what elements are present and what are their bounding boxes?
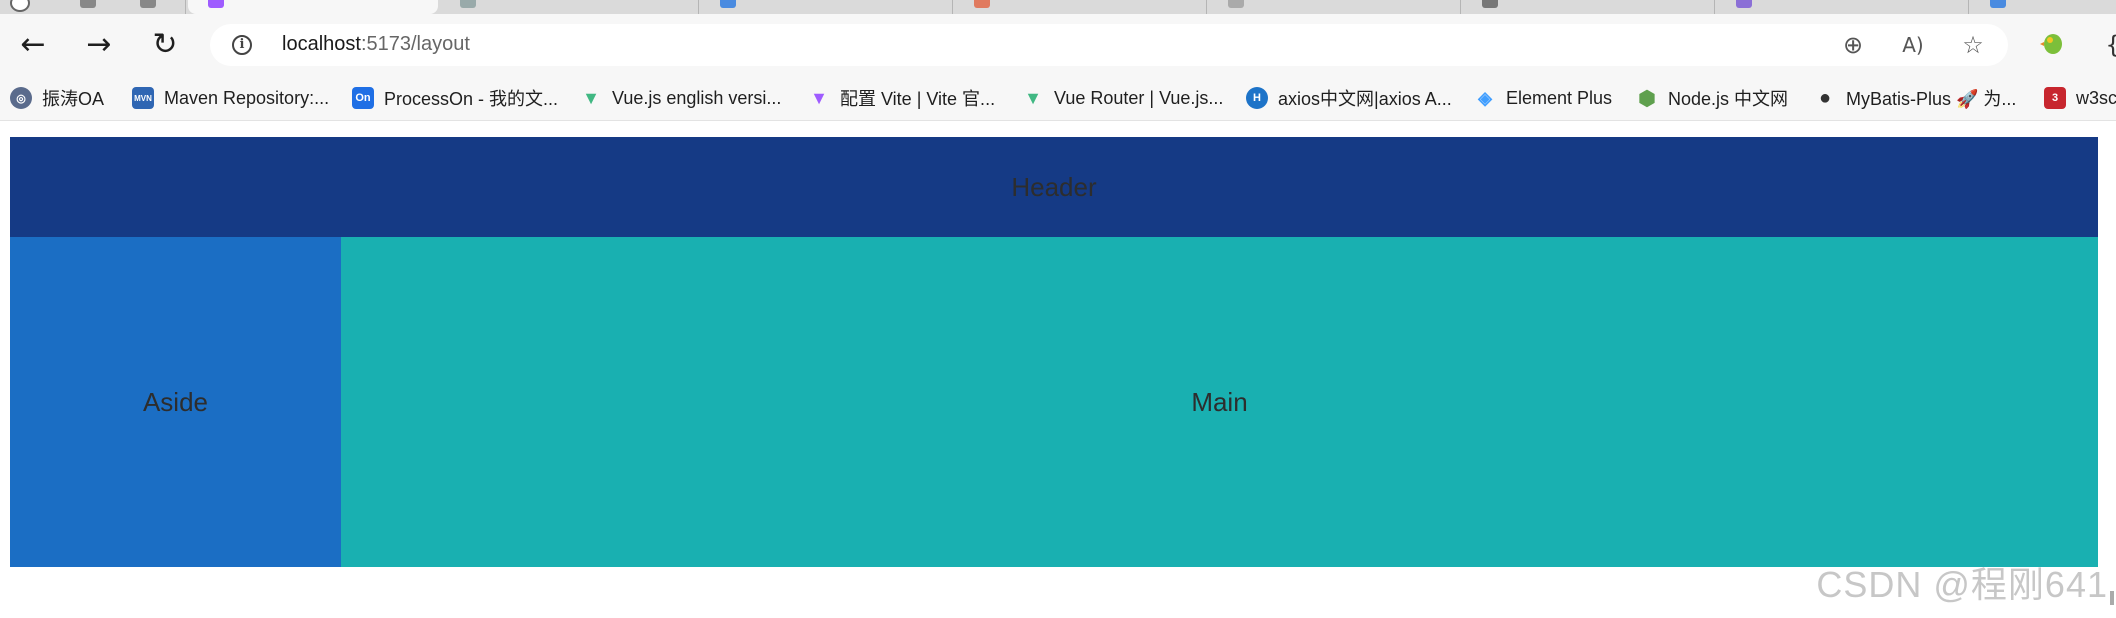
bookmark-label: Vue.js english versi... [612,87,782,108]
tab-actions-icon [140,0,156,8]
tab-8[interactable] [1716,0,1969,14]
reload-icon: ↻ [152,27,178,62]
layout-container: Header Aside Main [10,137,2098,567]
tab-favicon [460,0,476,8]
tab-favicon [1990,0,2006,8]
nodejs-icon: ⬢ [1638,87,1656,110]
bookmark-axios[interactable]: H axios中文网|axios A... [1246,86,1452,110]
circle-logo-icon: ◎ [10,87,32,109]
tab-9[interactable] [1970,0,2116,14]
tab-favicon [1228,0,1244,8]
bookmark-vite[interactable]: ▼ 配置 Vite | Vite 官... [808,86,995,110]
main-text: Main [1191,386,1248,417]
vite-tab-icon [208,0,224,8]
tab-favicon [1736,0,1752,8]
layout-main: Main [341,237,2098,567]
site-info-icon[interactable]: i [232,35,252,55]
back-button[interactable]: ← [18,30,48,60]
vite-icon: ▼ [810,87,828,108]
workspaces-icon [80,0,96,8]
tab-3[interactable] [440,0,699,14]
bookmark-vuejs-english[interactable]: ▼ Vue.js english versi... [580,86,781,110]
reload-button[interactable]: ↻ [150,30,180,60]
bookmark-label: w3sc [2076,87,2116,108]
page-viewport: Header Aside Main CSDN @程刚641 [0,121,2116,618]
tab-4[interactable] [700,0,953,14]
layout-header: Header [10,137,2098,237]
extensions-menu-icon[interactable]: { [2098,30,2116,60]
bookmark-label: 振涛OA [42,89,105,109]
vue-icon: ▼ [582,87,600,108]
bookmark-zhentao-oa[interactable]: ◎ 振涛OA [10,86,104,110]
bookmark-label: Element Plus [1506,87,1613,108]
address-bar[interactable]: i localhost:5173/layout ⊕ A) ☆ [210,24,2008,66]
url-text[interactable]: localhost:5173/layout [282,33,470,56]
favorite-star-icon[interactable]: ☆ [1958,30,1988,60]
watermark: CSDN @程刚641 [1816,564,2108,605]
read-aloud-icon[interactable]: A) [1898,30,1928,60]
tab-favicon [720,0,736,8]
url-path: :5173/layout [360,33,470,55]
header-text: Header [1011,171,1097,202]
forward-button[interactable]: → [84,30,114,60]
arrow-right-icon: → [86,27,112,62]
tab-favicon [974,0,990,8]
bookmark-nodejs[interactable]: ⬢ Node.js 中文网 [1636,86,1788,110]
bookmark-w3school[interactable]: 3 w3sc [2044,86,2116,110]
tab-1[interactable] [0,0,186,14]
vue-router-icon: ▼ [1024,87,1042,108]
bookmark-label: ProcessOn - 我的文... [384,89,559,109]
tab-active[interactable] [188,0,438,14]
zoom-icon[interactable]: ⊕ [1838,30,1868,60]
tab-favicon [1482,0,1498,8]
bookmarks-bar: ◎ 振涛OA MVN Maven Repository:... On Proce… [0,76,2116,121]
bookmark-mybatis-plus[interactable]: ● MyBatis-Plus 🚀 为... [1814,86,2016,110]
tab-7[interactable] [1462,0,1715,14]
aside-text: Aside [142,386,209,417]
arrow-left-icon: ← [20,27,46,62]
bookmark-label: Node.js 中文网 [1668,89,1789,109]
element-plus-icon: ◈ [1478,87,1492,108]
axios-icon: H [1246,87,1268,109]
mvn-icon: MVN [132,87,154,109]
processon-icon: On [352,87,374,109]
tab-5[interactable] [954,0,1207,14]
bookmark-element-plus[interactable]: ◈ Element Plus [1474,86,1612,110]
bookmark-vue-router[interactable]: ▼ Vue Router | Vue.js... [1022,86,1223,110]
layout-aside: Aside [10,237,341,567]
tab-strip [0,0,2116,14]
bookmark-label: MyBatis-Plus 🚀 为... [1846,89,2017,109]
tab-6[interactable] [1208,0,1461,14]
browser-toolbar: ← → ↻ i localhost:5173/layout ⊕ A) ☆ { [0,14,2116,76]
bookmark-label: axios中文网|axios A... [1278,89,1452,109]
bookmark-label: 配置 Vite | Vite 官... [840,89,996,109]
mybatis-plus-icon: ● [1818,86,1832,109]
bookmark-label: Maven Repository:... [164,87,330,108]
extension-parrot-icon[interactable] [2038,30,2068,60]
w3school-icon: 3 [2044,87,2066,109]
url-host: localhost [282,33,361,55]
scrollbar[interactable] [2110,591,2114,605]
bookmark-processon[interactable]: On ProcessOn - 我的文... [352,86,558,110]
bookmark-label: Vue Router | Vue.js... [1054,87,1224,108]
bookmark-maven-repository[interactable]: MVN Maven Repository:... [132,86,329,110]
profile-icon [10,0,30,12]
